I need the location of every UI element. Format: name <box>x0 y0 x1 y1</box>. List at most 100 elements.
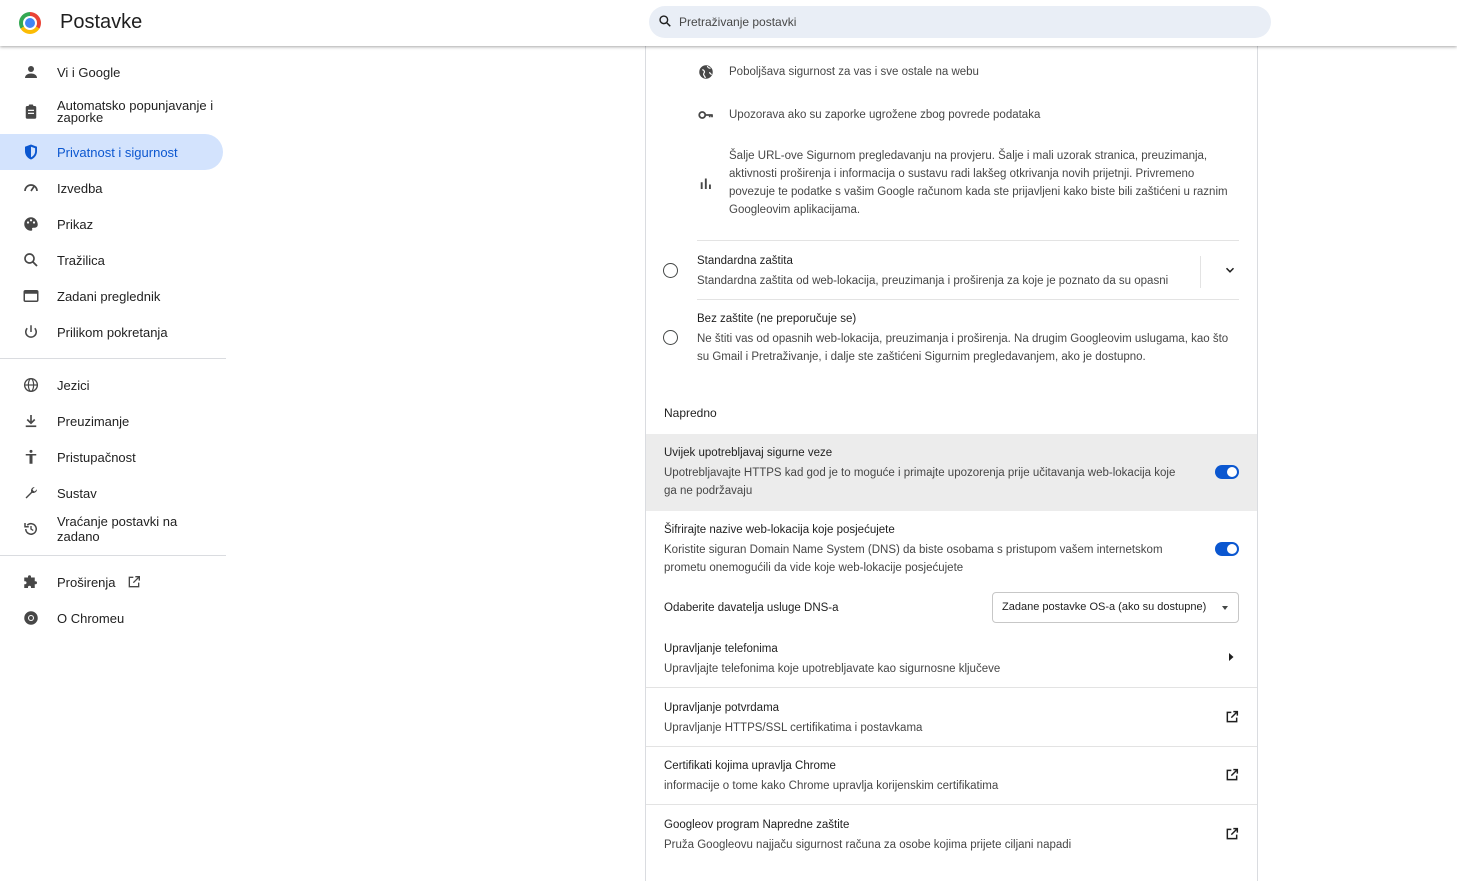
sidebar-item-about-chrome[interactable]: O Chromeu <box>0 600 223 636</box>
sidebar-item-on-startup[interactable]: Prilikom pokretanja <box>0 314 223 350</box>
chevron-down-icon[interactable] <box>1223 263 1237 277</box>
chrome-certificates-row[interactable]: Certifikati kojima upravlja Chrome infor… <box>646 746 1257 804</box>
sidebar-item-system[interactable]: Sustav <box>0 475 223 511</box>
divider <box>697 299 1239 300</box>
sidebar-item-extensions[interactable]: Proširenja <box>0 564 223 600</box>
manage-certificates-desc: Upravljanje HTTPS/SSL certifikatima i po… <box>664 722 923 734</box>
download-icon <box>25 415 37 428</box>
https-only-toggle[interactable] <box>1215 465 1239 479</box>
puzzle-icon <box>24 575 37 588</box>
search-input[interactable] <box>679 6 1259 38</box>
feature-password-warning: Upozorava ako su zaporke ugrožene zbog p… <box>729 109 1041 121</box>
chrome-icon <box>24 611 38 625</box>
standard-protection-desc: Standardna zaštita od web-lokacija, preu… <box>697 275 1169 287</box>
sidebar-item-autofill[interactable]: Automatsko popunjavanje i zaporke <box>0 90 223 134</box>
divider <box>1200 256 1201 288</box>
https-only-desc: Upotrebljavajte HTTPS kad god je to mogu… <box>664 467 1176 497</box>
sidebar-item-downloads[interactable]: Preuzimanje <box>0 403 223 439</box>
settings-card: Poboljšava sigurnost za vas i sve ostale… <box>645 46 1258 881</box>
chrome-logo-icon <box>19 12 41 34</box>
manage-certificates-title: Upravljanje potvrdama <box>664 702 780 714</box>
manage-phones-row[interactable]: Upravljanje telefonima Upravljajte telef… <box>646 628 1257 687</box>
sidebar-item-label: Preuzimanje <box>57 413 130 429</box>
secure-dns-row: Šifrirajte nazive web-lokacija koje posj… <box>646 511 1257 587</box>
divider <box>697 240 1239 241</box>
no-protection-radio[interactable] <box>663 330 678 345</box>
palette-icon <box>24 217 38 231</box>
https-only-title: Uvijek upotrebljavaj sigurne veze <box>664 447 833 459</box>
search-icon <box>24 253 38 267</box>
arrow-right-icon <box>1229 653 1234 661</box>
secure-dns-title: Šifrirajte nazive web-lokacija koje posj… <box>664 524 895 536</box>
dns-provider-select[interactable]: Zadane postavke OS-a (ako su dostupne) <box>992 592 1239 623</box>
advanced-protection-desc: Pruža Googleovu najjaču sigurnost računa… <box>664 839 1072 851</box>
sidebar-item-label: Vi i Google <box>57 64 121 80</box>
browser-icon <box>23 290 39 302</box>
sidebar-item-reset-settings[interactable]: Vraćanje postavki na zadano <box>0 511 223 547</box>
search-icon <box>659 15 671 27</box>
sidebar-item-you-and-google[interactable]: Vi i Google <box>0 54 223 90</box>
top-bar: Postavke <box>0 0 1457 46</box>
sidebar: Vi i Google Automatsko popunjavanje i za… <box>0 54 226 636</box>
section-title-advanced: Napredno <box>664 406 717 420</box>
restore-icon <box>24 522 37 535</box>
sidebar-item-accessibility[interactable]: Pristupačnost <box>0 439 223 475</box>
sidebar-item-label: Izvedba <box>57 180 103 196</box>
advanced-protection-title: Googleov program Napredne zaštite <box>664 819 850 831</box>
chrome-certificates-desc: informacije o tome kako Chrome upravlja … <box>664 780 999 792</box>
no-protection-title: Bez zaštite (ne preporučuje se) <box>697 313 857 325</box>
dropdown-caret-icon <box>1222 606 1228 610</box>
globe-icon <box>23 377 39 393</box>
sidebar-item-languages[interactable]: Jezici <box>0 367 223 403</box>
speedometer-icon <box>24 184 38 192</box>
sidebar-item-label: Jezici <box>57 377 90 393</box>
sidebar-divider <box>0 555 226 556</box>
sidebar-item-label: Zadani preglednik <box>57 288 161 304</box>
secure-dns-toggle[interactable] <box>1215 542 1239 556</box>
dns-provider-label: Odaberite davatelja usluge DNS-a <box>664 602 839 614</box>
shield-icon <box>25 144 37 160</box>
sidebar-item-label: Sustav <box>57 485 97 501</box>
bar-chart-icon <box>700 178 711 189</box>
sidebar-item-label: Pristupačnost <box>57 449 136 465</box>
sidebar-item-search-engine[interactable]: Tražilica <box>0 242 223 278</box>
manage-phones-title: Upravljanje telefonima <box>664 643 778 655</box>
globe-icon <box>699 65 713 79</box>
sidebar-item-label: O Chromeu <box>57 610 125 626</box>
dns-provider-value: Zadane postavke OS-a (ako su dostupne) <box>1002 601 1207 613</box>
standard-protection-radio[interactable] <box>663 263 678 278</box>
sidebar-item-label: Proširenja <box>57 574 116 590</box>
page-title: Postavke <box>60 11 143 33</box>
sidebar-item-label: Prilikom pokretanja <box>57 324 168 340</box>
search-box[interactable] <box>649 6 1271 38</box>
open-in-new-icon <box>128 576 140 588</box>
sidebar-divider <box>0 358 226 359</box>
advanced-protection-row[interactable]: Googleov program Napredne zaštite Pruža … <box>646 804 1257 864</box>
wrench-icon <box>25 486 38 499</box>
sidebar-item-privacy[interactable]: Privatnost i sigurnost <box>0 134 223 170</box>
power-icon <box>25 325 37 338</box>
standard-protection-title: Standardna zaštita <box>697 255 793 267</box>
open-in-new-icon <box>1226 710 1239 723</box>
person-icon <box>25 66 37 78</box>
secure-dns-desc: Koristite siguran Domain Name System (DN… <box>664 544 1163 574</box>
feature-improves-security: Poboljšava sigurnost za vas i sve ostale… <box>729 66 979 78</box>
no-protection-desc: Ne štiti vas od opasnih web-lokacija, pr… <box>697 333 1229 363</box>
accessibility-icon <box>25 449 37 464</box>
sidebar-item-label: Prikaz <box>57 216 94 232</box>
open-in-new-icon <box>1226 768 1239 781</box>
dns-provider-row: Odaberite davatelja usluge DNS-a Zadane … <box>646 587 1257 628</box>
key-icon <box>698 111 713 119</box>
https-only-row[interactable]: Uvijek upotrebljavaj sigurne veze Upotre… <box>646 434 1257 511</box>
chrome-certificates-title: Certifikati kojima upravlja Chrome <box>664 760 836 772</box>
sidebar-item-label: Tražilica <box>57 252 105 268</box>
sidebar-item-label: Vraćanje postavki na zadano <box>57 514 178 544</box>
sidebar-item-performance[interactable]: Izvedba <box>0 170 223 206</box>
manage-certificates-row[interactable]: Upravljanje potvrdama Upravljanje HTTPS/… <box>646 687 1257 746</box>
sidebar-item-label: Automatsko popunjavanje i zaporke <box>57 98 214 125</box>
sidebar-item-appearance[interactable]: Prikaz <box>0 206 223 242</box>
feature-url-checks: Šalje URL-ove Sigurnom pregledavanju na … <box>729 150 1228 216</box>
clipboard-icon <box>25 104 37 119</box>
sidebar-item-default-browser[interactable]: Zadani preglednik <box>0 278 223 314</box>
open-in-new-icon <box>1226 827 1239 840</box>
